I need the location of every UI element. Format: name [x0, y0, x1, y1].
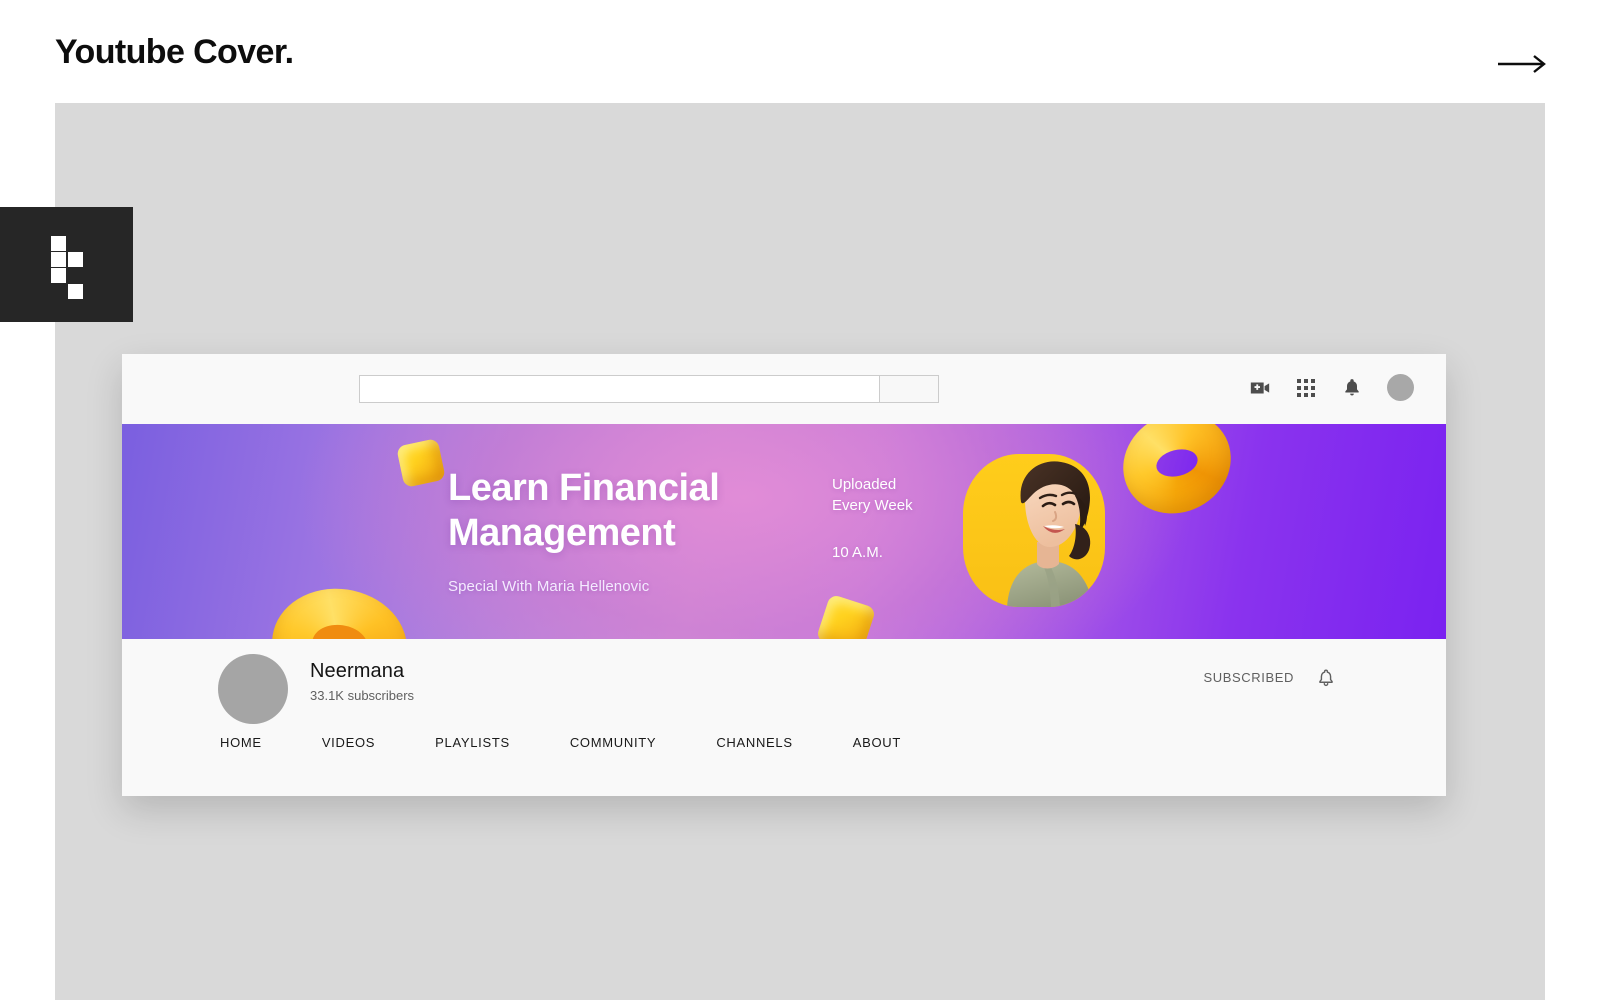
channel-info-bar: Neermana 33.1K subscribers SUBSCRIBED HO… [122, 639, 1446, 796]
bell-outline-icon[interactable] [1316, 667, 1336, 688]
channel-meta: Neermana 33.1K subscribers [310, 660, 414, 703]
subscribed-button[interactable]: SUBSCRIBED [1203, 670, 1294, 685]
subscribe-area: SUBSCRIBED [1203, 667, 1336, 688]
channel-name: Neermana [310, 660, 405, 682]
presentation-slide: Youtube Cover. Learn Financial Managemen… [0, 0, 1600, 1000]
torus-decoration [264, 580, 415, 639]
pixel-block-logo-icon [0, 207, 133, 322]
tab-community[interactable]: COMMUNITY [570, 725, 656, 760]
channel-avatar[interactable] [218, 654, 288, 724]
banner-copy-block: Learn Financial Management Special With … [448, 466, 868, 595]
search-input[interactable] [359, 375, 879, 403]
account-avatar[interactable] [1387, 374, 1414, 401]
cube-decoration [815, 593, 877, 639]
tab-channels[interactable]: CHANNELS [716, 725, 792, 760]
tab-playlists[interactable]: PLAYLISTS [435, 725, 510, 760]
banner-schedule: Uploaded Every Week [832, 476, 913, 514]
search-button[interactable] [879, 375, 939, 403]
browser-top-bar [122, 354, 1446, 424]
apps-grid-icon[interactable] [1295, 377, 1317, 399]
tab-about[interactable]: ABOUT [853, 725, 901, 760]
banner-time: 10 A.M. [832, 544, 883, 561]
page-title: Youtube Cover. [55, 33, 294, 71]
topbar-icon-group [1249, 374, 1414, 401]
youtube-channel-mockup: Learn Financial Management Special With … [122, 354, 1446, 796]
arrow-right-icon[interactable] [1496, 52, 1548, 76]
banner-subtitle: Special With Maria Hellenovic [448, 578, 650, 595]
cube-decoration [396, 438, 446, 488]
tab-home[interactable]: HOME [220, 725, 262, 760]
search-bar [359, 375, 939, 403]
torus-decoration [1105, 424, 1249, 533]
banner-title: Learn Financial Management [448, 467, 720, 554]
channel-subscribers: 33.1K subscribers [310, 688, 415, 703]
bell-icon[interactable] [1341, 377, 1363, 399]
host-portrait-image [963, 454, 1105, 607]
banner-meta-block: Uploaded Every Week 10 A.M. [832, 474, 913, 561]
tab-videos[interactable]: VIDEOS [322, 725, 375, 760]
video-add-icon[interactable] [1249, 377, 1271, 399]
channel-banner: Learn Financial Management Special With … [122, 424, 1446, 639]
channel-tabs: HOME VIDEOS PLAYLISTS COMMUNITY CHANNELS… [220, 725, 901, 760]
